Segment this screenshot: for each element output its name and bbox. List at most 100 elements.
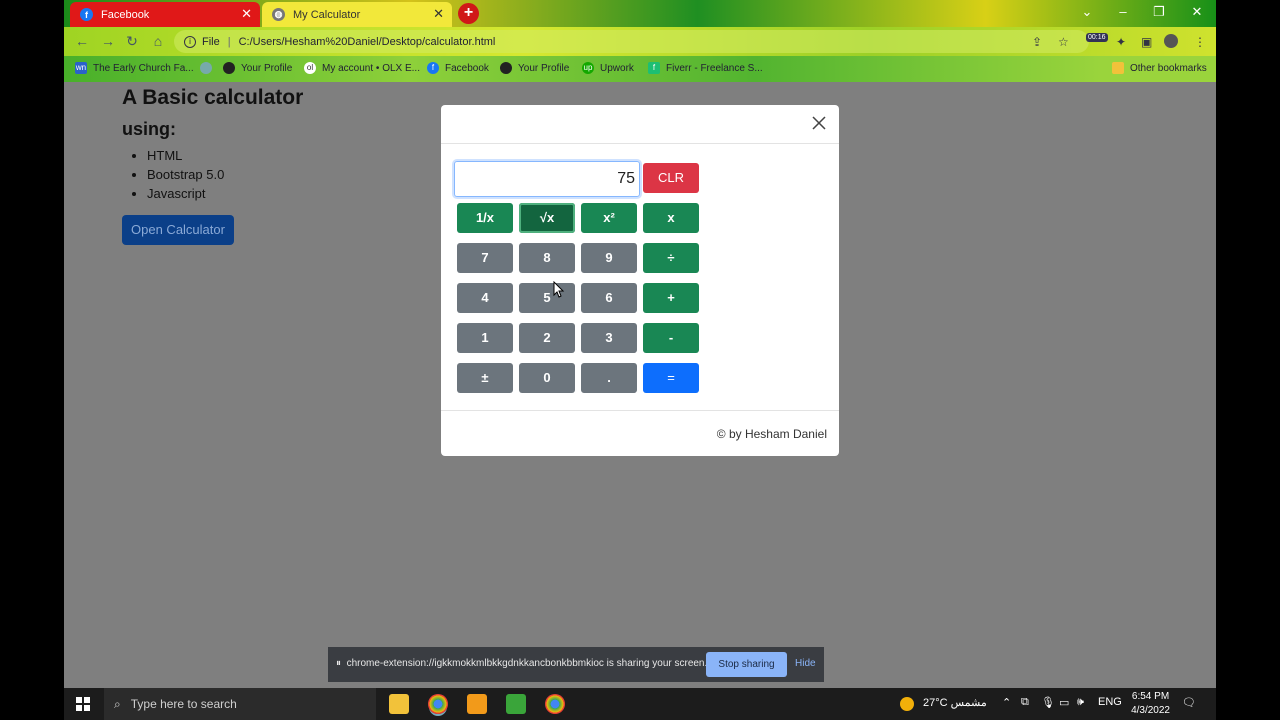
close-window-button[interactable]: ✕ <box>1179 0 1215 26</box>
other-bookmarks[interactable]: Other bookmarks <box>1112 62 1207 74</box>
bookmark-label: The Early Church Fa... <box>93 62 194 74</box>
weather-icon <box>900 697 914 711</box>
share-message-text: chrome-extension://igkkmokkmlbkkgdnkkanc… <box>346 658 708 669</box>
square-button[interactable]: x² <box>581 203 637 233</box>
close-tab-icon[interactable]: ✕ <box>241 6 252 22</box>
add-button[interactable]: + <box>643 283 699 313</box>
equals-button[interactable]: = <box>643 363 699 393</box>
notification-icon[interactable]: 🗨 <box>1182 696 1196 709</box>
taskbar-search[interactable]: ⌕ Type here to search <box>104 688 376 720</box>
extension-timer[interactable]: 00:16 <box>1086 33 1108 42</box>
new-tab-button[interactable]: + <box>458 3 479 24</box>
windows-start-icon[interactable] <box>76 697 90 711</box>
home-icon[interactable]: ⌂ <box>150 33 166 49</box>
facebook-icon: f <box>80 8 93 21</box>
tab-search-icon[interactable]: ⌄ <box>1069 0 1105 26</box>
decimal-button[interactable]: . <box>581 363 637 393</box>
list-item: Bootstrap 5.0 <box>147 165 224 184</box>
bookmark-item[interactable]: f Fiverr - Freelance S... <box>648 62 763 74</box>
digit-9-button[interactable]: 9 <box>581 243 637 273</box>
digit-5-button[interactable]: 5 <box>519 283 575 313</box>
digit-2-button[interactable]: 2 <box>519 323 575 353</box>
digit-1-button[interactable]: 1 <box>457 323 513 353</box>
browser-toolbar: ← → ↻ ⌂ i File | C:/Users/Hesham%20Danie… <box>64 27 1216 56</box>
hide-button[interactable]: Hide <box>795 658 816 669</box>
clear-button[interactable]: CLR <box>643 163 699 193</box>
minimize-button[interactable]: – <box>1105 0 1141 26</box>
facebook-icon: f <box>427 62 439 74</box>
folder-icon <box>1112 62 1124 74</box>
address-separator: | <box>227 35 231 48</box>
bookmark-item[interactable]: Your Profile <box>223 62 292 74</box>
tab-title: Facebook <box>101 8 150 21</box>
file-explorer-icon[interactable] <box>389 694 409 714</box>
bookmark-item[interactable]: f Facebook <box>427 62 489 74</box>
tech-list: HTML Bootstrap 5.0 Javascript <box>147 146 224 203</box>
digit-8-button[interactable]: 8 <box>519 243 575 273</box>
address-bar[interactable]: i File | C:/Users/Hesham%20Daniel/Deskto… <box>174 30 1089 53</box>
olx-icon: ol <box>304 62 316 74</box>
reciprocal-button[interactable]: 1/x <box>457 203 513 233</box>
calculator-display[interactable]: 75 <box>454 161 640 197</box>
forward-icon[interactable]: → <box>100 33 116 49</box>
bookmark-item[interactable]: up Upwork <box>582 62 634 74</box>
clock-date: 4/3/2022 <box>1131 705 1170 716</box>
digit-7-button[interactable]: 7 <box>457 243 513 273</box>
bookmark-label: Other bookmarks <box>1130 62 1207 74</box>
clock[interactable]: 6:54 PM 4/3/2022 <box>1131 690 1170 718</box>
divide-button[interactable]: ÷ <box>643 243 699 273</box>
back-icon[interactable]: ← <box>74 33 90 49</box>
calculator-modal: 75 CLR 1/x √x x² x 7 8 9 ÷ 4 5 6 + 1 2 3… <box>441 105 839 456</box>
microphone-icon[interactable]: 🎙 <box>1041 696 1055 709</box>
info-icon[interactable]: i <box>184 35 196 48</box>
digit-4-button[interactable]: 4 <box>457 283 513 313</box>
chevron-up-icon[interactable]: ⌃ <box>1002 696 1011 709</box>
fiverr-icon: f <box>648 62 660 74</box>
bookmark-item[interactable]: ol My account • OLX E... <box>304 62 420 74</box>
volume-icon[interactable]: 🕪 <box>1077 696 1084 709</box>
bookmark-label: Fiverr - Freelance S... <box>666 62 763 74</box>
taskbar: ⌕ Type here to search 27°C مشمس ⌃ ⧉ 🎙 ▭ … <box>64 688 1216 720</box>
digit-0-button[interactable]: 0 <box>519 363 575 393</box>
bookmark-item[interactable]: wn The Early Church Fa... <box>75 62 194 74</box>
stop-sharing-button[interactable]: Stop sharing <box>706 652 787 677</box>
clock-time: 6:54 PM <box>1131 691 1170 702</box>
tray-app-icon[interactable]: ⧉ <box>1021 696 1029 709</box>
bookmark-star-icon[interactable]: ☆ <box>1058 35 1069 49</box>
side-panel-icon[interactable]: ▣ <box>1141 35 1152 49</box>
network-icon[interactable]: ▭ <box>1059 696 1069 709</box>
share-icon[interactable]: ⇪ <box>1032 35 1042 49</box>
close-icon[interactable] <box>811 115 827 131</box>
sign-toggle-button[interactable]: ± <box>457 363 513 393</box>
list-item: HTML <box>147 146 224 165</box>
language-indicator[interactable]: ENG <box>1098 696 1122 708</box>
page-content: A Basic calculator using: HTML Bootstrap… <box>64 82 1216 688</box>
bookmark-label: My account • OLX E... <box>322 62 420 74</box>
restore-button[interactable]: ❐ <box>1141 0 1177 26</box>
digit-6-button[interactable]: 6 <box>581 283 637 313</box>
bookmark-item[interactable]: Your Profile <box>500 62 569 74</box>
bookmark-label: Facebook <box>445 62 489 74</box>
tab-strip: f Facebook ✕ ◍ My Calculator ✕ + ⌄ – ❐ ✕ <box>64 0 1216 27</box>
extensions-icon[interactable]: ✦ <box>1116 35 1126 49</box>
wn-icon: wn <box>75 62 87 74</box>
profile-avatar[interactable] <box>1164 34 1178 48</box>
chrome-icon[interactable] <box>545 694 565 714</box>
bookmark-item[interactable] <box>200 62 218 74</box>
menu-icon[interactable]: ⋮ <box>1194 35 1206 49</box>
digit-3-button[interactable]: 3 <box>581 323 637 353</box>
chrome-active-icon[interactable] <box>428 694 448 714</box>
reload-icon[interactable]: ↻ <box>124 33 140 49</box>
subtract-button[interactable]: - <box>643 323 699 353</box>
weather-text[interactable]: 27°C مشمس <box>923 696 987 709</box>
open-calculator-button[interactable]: Open Calculator <box>122 215 234 245</box>
tab-my-calculator[interactable]: ◍ My Calculator ✕ <box>262 2 452 27</box>
address-url: C:/Users/Hesham%20Daniel/Desktop/calcula… <box>238 35 496 48</box>
document-app-icon[interactable] <box>467 694 487 714</box>
close-tab-icon[interactable]: ✕ <box>433 6 444 22</box>
sqrt-button[interactable]: √x <box>519 203 575 233</box>
tab-facebook[interactable]: f Facebook ✕ <box>70 2 260 27</box>
editor-app-icon[interactable] <box>506 694 526 714</box>
multiply-button[interactable]: x <box>643 203 699 233</box>
page-subtitle: using: <box>122 119 176 139</box>
